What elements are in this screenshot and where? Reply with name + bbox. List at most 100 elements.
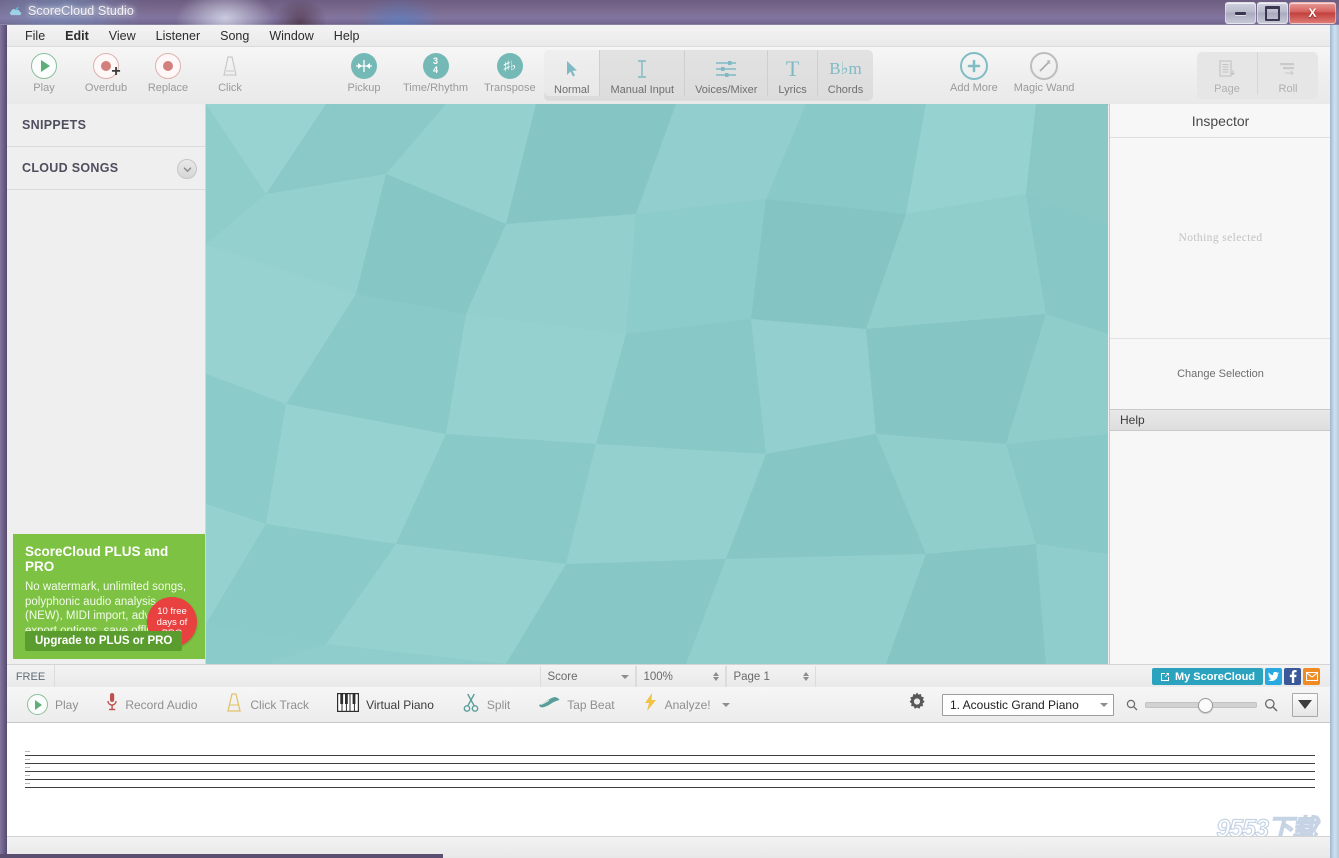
toolbar-view-group: Page Roll (1197, 52, 1318, 99)
my-scorecloud-button[interactable]: My ScoreCloud (1152, 668, 1263, 685)
low-poly-background (206, 104, 1108, 664)
microphone-icon (106, 692, 118, 717)
toolbar-manual-input-button[interactable]: Manual Input (600, 50, 685, 96)
toolbar-normal-button[interactable]: Normal (544, 50, 600, 96)
maximize-button[interactable] (1257, 2, 1288, 24)
promo-banner[interactable]: ScoreCloud PLUS and PRO No watermark, un… (13, 534, 205, 659)
settings-button[interactable] (906, 691, 928, 718)
toolbar-transpose-label: Transpose (484, 82, 536, 94)
menu-window[interactable]: Window (259, 27, 323, 45)
toolbar-replace-button[interactable]: Replace (137, 47, 199, 94)
my-scorecloud-label: My ScoreCloud (1175, 671, 1255, 683)
toolbar-add-more-button[interactable]: Add More (942, 47, 1006, 94)
zoom-stepper[interactable]: 100% (636, 666, 726, 687)
transport-play-label: Play (55, 698, 78, 712)
toolbar-click-button[interactable]: Click (199, 47, 261, 94)
transport-analyze-button[interactable]: Analyze! (629, 692, 744, 717)
facebook-icon[interactable] (1284, 668, 1301, 685)
transport-split-button[interactable]: Split (448, 693, 524, 717)
music-staff[interactable] (25, 755, 1315, 788)
license-badge: FREE (7, 665, 55, 688)
transport-analyze-label: Analyze! (665, 698, 711, 712)
toolbar-magic-wand-button[interactable]: Magic Wand (1006, 47, 1083, 94)
window-controls: X (1224, 2, 1336, 23)
toolbar-normal-label: Normal (554, 84, 589, 96)
sidebar-section-cloud-songs[interactable]: CLOUD SONGS (7, 147, 205, 189)
view-select-dropdown[interactable]: Score (540, 666, 636, 687)
score-canvas[interactable] (206, 104, 1108, 664)
refresh-chevron-icon[interactable] (177, 159, 197, 179)
badge-line-2: days of (157, 617, 188, 628)
score-sheet[interactable]: 9553下载 .com (7, 722, 1330, 858)
play-circle-icon (27, 694, 48, 715)
horizontal-scrollbar-thumb[interactable] (0, 854, 443, 858)
toolbar-replace-label: Replace (148, 82, 188, 94)
sidebar-section-snippets[interactable]: SNIPPETS (7, 104, 205, 146)
toolbar-chords-button[interactable]: B♭m Chords (818, 50, 873, 96)
instrument-chevron-down-icon (1100, 703, 1108, 707)
zoom-slider[interactable] (1145, 702, 1257, 708)
spinner-icon[interactable] (713, 672, 719, 681)
menu-file[interactable]: File (15, 27, 55, 45)
staff-tick (25, 783, 30, 784)
piano-keys-icon (337, 693, 359, 717)
instrument-select[interactable]: 1. Acoustic Grand Piano (942, 694, 1114, 716)
left-sidebar: SNIPPETS CLOUD SONGS ScoreCloud PLUS and… (7, 104, 206, 664)
toolbar-roll-label: Roll (1279, 83, 1298, 95)
maximize-icon (1265, 6, 1280, 21)
page-stepper[interactable]: Page 1 (726, 666, 816, 687)
analyze-chevron-down-icon[interactable] (722, 703, 730, 707)
menu-edit[interactable]: Edit (55, 27, 99, 45)
minimize-icon (1235, 12, 1246, 15)
toolbar-overdub-label: Overdub (85, 82, 127, 94)
staff-tick (25, 767, 30, 768)
time-signature-icon: 3 4 (422, 52, 450, 80)
transport-record-audio-label: Record Audio (125, 698, 197, 712)
staff-tick (25, 759, 30, 760)
letter-t-icon: T (779, 55, 807, 82)
toolbar-page-button[interactable]: Page (1197, 52, 1258, 95)
zoom-slider-knob[interactable] (1198, 698, 1213, 713)
twitter-icon[interactable] (1265, 668, 1282, 685)
transport-click-track-label: Click Track (250, 698, 309, 712)
transport-virtual-piano-button[interactable]: Virtual Piano (323, 693, 448, 717)
promo-title: ScoreCloud PLUS and PRO (25, 544, 193, 574)
piano-roll-icon (1274, 56, 1302, 81)
zoom-slider-group (1126, 698, 1278, 712)
transport-tap-beat-button[interactable]: Tap Beat (524, 695, 628, 715)
scissors-icon (462, 693, 480, 717)
spinner-icon-2[interactable] (803, 672, 809, 681)
toolbar-roll-button[interactable]: Roll (1258, 52, 1318, 95)
chevron-down-icon (621, 675, 629, 679)
email-icon[interactable] (1303, 668, 1320, 685)
toolbar-voices-mixer-button[interactable]: Voices/Mixer (685, 50, 768, 96)
toolbar-play-label: Play (33, 82, 54, 94)
change-selection-button[interactable]: Change Selection (1110, 338, 1330, 409)
transport-split-label: Split (487, 698, 510, 712)
toolbar-magic-wand-label: Magic Wand (1014, 82, 1075, 94)
close-button[interactable]: X (1289, 2, 1336, 24)
minimize-button[interactable] (1225, 2, 1256, 24)
toolbar-transpose-button[interactable]: ♯♭ Transpose (476, 47, 544, 94)
title-bar: ScoreCloud Studio X (0, 0, 1339, 25)
toolbar-time-rhythm-button[interactable]: 3 4 Time/Rhythm (395, 47, 476, 94)
toolbar-overdub-button[interactable]: + Overdub (75, 47, 137, 94)
menu-listener[interactable]: Listener (146, 27, 210, 45)
menu-song[interactable]: Song (210, 27, 259, 45)
magnifier-small-icon (1126, 699, 1138, 711)
toolbar-lyrics-button[interactable]: T Lyrics (768, 50, 817, 96)
upgrade-button[interactable]: Upgrade to PLUS or PRO (25, 631, 182, 651)
panel-toggle-button[interactable] (1292, 693, 1318, 717)
page-value: Page 1 (733, 671, 769, 683)
page-view-icon (1213, 56, 1241, 81)
transport-play-button[interactable]: Play (7, 694, 92, 715)
menu-view[interactable]: View (99, 27, 146, 45)
transport-record-audio-button[interactable]: Record Audio (92, 692, 211, 717)
help-section-header[interactable]: Help (1110, 409, 1330, 431)
transport-click-track-button[interactable]: Click Track (211, 692, 323, 717)
tap-hand-icon (538, 695, 560, 715)
inspector-panel: Inspector Nothing selected Change Select… (1109, 104, 1330, 664)
toolbar-pickup-button[interactable]: Pickup (333, 47, 395, 94)
toolbar-play-button[interactable]: Play (13, 47, 75, 94)
menu-help[interactable]: Help (324, 27, 370, 45)
